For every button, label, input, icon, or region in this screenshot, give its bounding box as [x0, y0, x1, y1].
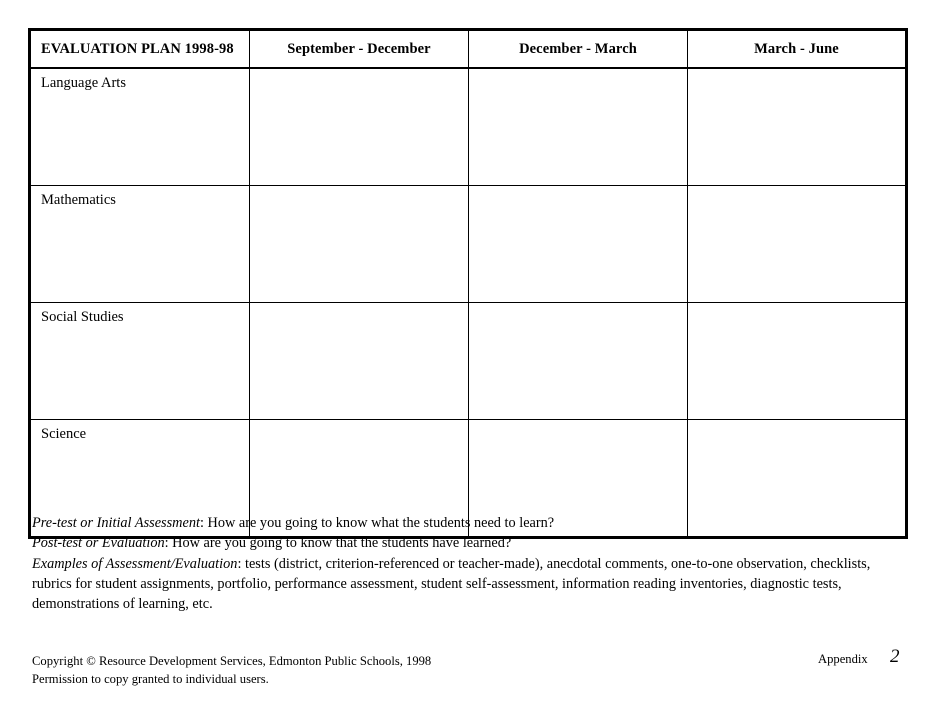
- evaluation-plan-table: EVALUATION PLAN 1998-98 September - Dece…: [28, 28, 908, 539]
- table-row: Social Studies: [29, 302, 907, 420]
- note-examples-lead: Examples of Assessment/Evaluation: [32, 555, 238, 572]
- document-page: EVALUATION PLAN 1998-98 September - Dece…: [0, 0, 947, 712]
- note-examples: Examples of Assessment/Evaluation: tests…: [32, 554, 912, 615]
- appendix-label: Appendix: [818, 652, 868, 666]
- table-header-term-2: December - March: [468, 29, 688, 69]
- table-header: EVALUATION PLAN 1998-98 September - Dece…: [29, 29, 907, 69]
- entry-cell-mathematics-term-1[interactable]: [249, 185, 469, 303]
- subject-label-social-studies: Social Studies: [29, 302, 250, 420]
- table-header-row: EVALUATION PLAN 1998-98 September - Dece…: [29, 29, 907, 69]
- entry-cell-language-arts-term-1[interactable]: [249, 68, 469, 186]
- note-pre-test-body: : How are you going to know what the stu…: [199, 515, 555, 531]
- table-row: Mathematics: [29, 185, 907, 303]
- table-header-term-1: September - December: [249, 29, 469, 69]
- note-post-test: Post-test or Evaluation: How are you goi…: [32, 533, 912, 553]
- entry-cell-mathematics-term-2[interactable]: [468, 185, 688, 303]
- note-pre-test: Pre-test or Initial Assessment: How are …: [32, 513, 912, 533]
- subject-label-mathematics: Mathematics: [29, 185, 250, 303]
- note-post-test-lead: Post-test or Evaluation: [32, 535, 165, 552]
- assessment-notes: Pre-test or Initial Assessment: How are …: [32, 513, 912, 614]
- evaluation-plan-table-container: EVALUATION PLAN 1998-98 September - Dece…: [28, 28, 908, 539]
- entry-cell-language-arts-term-3[interactable]: [687, 68, 907, 186]
- copyright-line-2: Permission to copy granted to individual…: [32, 672, 269, 687]
- table-header-subject: EVALUATION PLAN 1998-98: [29, 29, 250, 69]
- note-pre-test-lead: Pre-test or Initial Assessment: [32, 515, 200, 531]
- entry-cell-language-arts-term-2[interactable]: [468, 68, 688, 186]
- table-body: Language Arts Mathematics Social Studies: [29, 68, 907, 538]
- entry-cell-social-studies-term-3[interactable]: [687, 302, 907, 420]
- entry-cell-social-studies-term-2[interactable]: [468, 302, 688, 420]
- entry-cell-social-studies-term-1[interactable]: [249, 302, 469, 420]
- page-number: 2: [890, 646, 900, 667]
- subject-label-language-arts: Language Arts: [29, 68, 250, 186]
- entry-cell-mathematics-term-3[interactable]: [687, 185, 907, 303]
- copyright-line-1: Copyright © Resource Development Service…: [32, 654, 432, 668]
- table-header-term-3: March - June: [687, 29, 907, 69]
- table-row: Language Arts: [29, 68, 907, 186]
- copyright-block: Copyright © Resource Development Service…: [32, 652, 431, 689]
- note-post-test-body: : How are you going to know that the stu…: [164, 535, 512, 552]
